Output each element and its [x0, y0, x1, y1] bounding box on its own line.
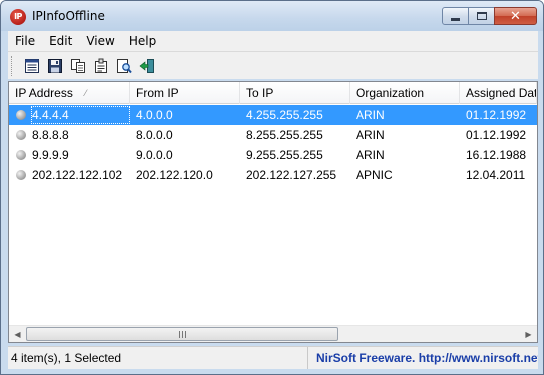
cell-ip-address: 8.8.8.8 [9, 125, 130, 145]
scroll-right-button[interactable]: ▶ [520, 326, 537, 342]
status-dot-icon [16, 110, 26, 120]
cell-assigned-date: 01.12.1992 [466, 128, 527, 142]
html-report-button[interactable] [20, 55, 43, 77]
cell-assigned-date: 16.12.1988 [466, 148, 527, 162]
toolbar-grip[interactable] [11, 55, 14, 76]
close-icon: ✕ [510, 8, 521, 24]
status-item-count: 4 item(s), 1 Selected [8, 347, 308, 369]
grip-icon [178, 330, 186, 338]
maximize-icon [476, 12, 487, 20]
cell-assigned-date: 01.12.1992 [460, 105, 537, 125]
find-icon [116, 58, 132, 73]
window-title: IPInfoOffline [32, 9, 105, 23]
column-header-assigned-date[interactable]: Assigned Dat [460, 82, 537, 104]
ip-list-view[interactable]: IP Address ⁄ From IP To IP Organization … [8, 81, 538, 343]
cell-ip-address: 4.4.4.4 [9, 105, 130, 125]
cell-to-ip: 202.122.127.255 [246, 168, 337, 182]
column-header-organization[interactable]: Organization [350, 82, 460, 104]
horizontal-scrollbar[interactable]: ◀ ▶ [9, 325, 537, 342]
minimize-icon [451, 18, 460, 21]
arrow-right-icon: ▶ [525, 330, 532, 339]
save-button[interactable] [43, 55, 66, 77]
cell-from-ip: 202.122.120.0 [136, 168, 213, 182]
properties-button[interactable] [89, 55, 112, 77]
list-header: IP Address ⁄ From IP To IP Organization … [9, 82, 537, 104]
menu-view[interactable]: View [79, 31, 121, 51]
status-dot-icon [16, 130, 26, 140]
find-button[interactable] [112, 55, 135, 77]
save-icon [47, 58, 62, 73]
column-header-ip-address[interactable]: IP Address ⁄ [9, 82, 130, 104]
cell-organization: ARIN [350, 105, 460, 125]
cell-from-ip: 8.0.0.0 [136, 128, 173, 142]
title-bar[interactable]: IP IPInfoOffline ✕ [1, 1, 543, 31]
column-header-to-ip[interactable]: To IP [240, 82, 350, 104]
menu-edit[interactable]: Edit [42, 31, 79, 51]
nirsoft-link[interactable]: NirSoft Freeware. http://www.nirsoft.net [308, 347, 538, 369]
copy-button[interactable] [66, 55, 89, 77]
table-row[interactable]: 202.122.122.102 202.122.120.0 202.122.12… [9, 165, 537, 185]
close-button[interactable]: ✕ [494, 7, 537, 25]
table-row[interactable]: 9.9.9.9 9.0.0.0 9.255.255.255 ARIN 16.12… [9, 145, 537, 165]
menu-bar: File Edit View Help [8, 31, 538, 51]
cell-organization: ARIN [356, 148, 385, 162]
arrow-left-icon: ◀ [14, 330, 21, 339]
cell-ip-address: 9.9.9.9 [9, 145, 130, 165]
cell-ip-text: 9.9.9.9 [32, 148, 69, 162]
cell-to-ip: 9.255.255.255 [246, 148, 323, 162]
exit-icon [139, 58, 154, 73]
cell-to-ip: 4.255.255.255 [240, 105, 350, 125]
menu-file[interactable]: File [8, 31, 42, 51]
maximize-button[interactable] [468, 7, 495, 25]
sort-indicator-icon: ⁄ [85, 88, 87, 98]
cell-from-ip: 9.0.0.0 [136, 148, 173, 162]
toolbar [8, 51, 538, 79]
status-dot-icon [16, 170, 26, 180]
cell-ip-address: 202.122.122.102 [9, 165, 130, 185]
column-header-from-ip[interactable]: From IP [130, 82, 240, 104]
scroll-left-button[interactable]: ◀ [9, 326, 26, 342]
status-dot-icon [16, 150, 26, 160]
list-rows: 4.4.4.4 4.0.0.0 4.255.255.255 ARIN 01.12… [9, 105, 537, 185]
scrollbar-thumb[interactable] [26, 327, 338, 341]
column-header-label: IP Address [15, 86, 73, 100]
properties-icon [94, 58, 107, 73]
exit-button[interactable] [135, 55, 158, 77]
app-window: IP IPInfoOffline ✕ File Edit View Help I… [0, 0, 544, 375]
status-bar: 4 item(s), 1 Selected NirSoft Freeware. … [8, 346, 538, 369]
cell-ip-text: 202.122.122.102 [32, 168, 123, 182]
cell-organization: ARIN [356, 128, 385, 142]
app-icon: IP [10, 9, 26, 25]
table-row[interactable]: 8.8.8.8 8.0.0.0 8.255.255.255 ARIN 01.12… [9, 125, 537, 145]
window-frame-bottom [1, 369, 543, 374]
cell-to-ip: 8.255.255.255 [246, 128, 323, 142]
cell-ip-text: 8.8.8.8 [32, 128, 69, 142]
focus-rect [31, 106, 130, 124]
report-icon [24, 58, 39, 73]
cell-assigned-date: 12.04.2011 [466, 168, 526, 182]
minimize-button[interactable] [442, 7, 469, 25]
menu-help[interactable]: Help [122, 31, 163, 51]
copy-icon [70, 58, 85, 73]
cell-from-ip: 4.0.0.0 [130, 105, 240, 125]
cell-organization: APNIC [356, 168, 393, 182]
table-row[interactable]: 4.4.4.4 4.0.0.0 4.255.255.255 ARIN 01.12… [9, 105, 537, 125]
